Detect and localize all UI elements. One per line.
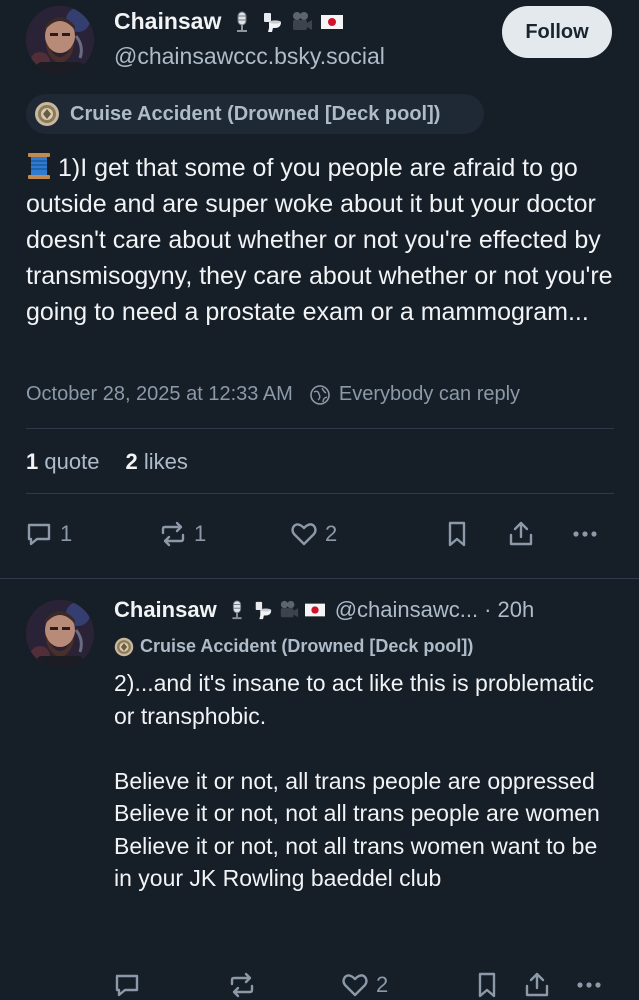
- share-icon: [525, 972, 549, 997]
- like-button[interactable]: 2: [340, 970, 388, 1000]
- divider: [26, 428, 614, 429]
- content-label-text: Cruise Accident (Drowned [Deck pool]): [140, 636, 474, 656]
- author-emoji-row: [227, 600, 325, 620]
- more-options-button[interactable]: [570, 519, 600, 549]
- reply-permission: Everybody can reply: [309, 383, 520, 406]
- repost-button[interactable]: 1: [158, 519, 206, 549]
- reply-header: Chainsaw @chainsawc... · 20h: [114, 597, 624, 623]
- thread-view: Chainsaw @chainsawccc.bsky.social Follow…: [0, 0, 639, 1000]
- repost-button[interactable]: [227, 970, 263, 1000]
- globe-icon: [310, 384, 330, 405]
- post-meta: October 28, 2025 at 12:33 AM Everybody c…: [26, 383, 520, 406]
- author-display-name[interactable]: Chainsaw: [114, 8, 221, 35]
- main-post: Chainsaw @chainsawccc.bsky.social Follow…: [0, 0, 639, 578]
- repost-icon: [161, 521, 185, 547]
- author-emoji-row: [231, 11, 343, 33]
- reply-count: 1: [60, 521, 73, 546]
- content-label-badge[interactable]: Cruise Accident (Drowned [Deck pool]): [26, 94, 484, 134]
- japan-flag-icon: [321, 11, 343, 33]
- labeler-seal-icon: [34, 101, 60, 127]
- repost-count: 1: [194, 521, 207, 546]
- post-line: Believe it or not, not all trans women w…: [114, 832, 598, 892]
- likes-stat[interactable]: 2 likes: [125, 449, 187, 475]
- microphone-icon: [227, 600, 247, 620]
- engagement-stats: 1 quote 2 likes: [26, 449, 188, 475]
- post-line: [114, 732, 614, 765]
- post-text: 1)I get that some of you people are afra…: [26, 150, 616, 330]
- ellipsis-icon: [573, 531, 597, 537]
- likes-label: likes: [143, 449, 188, 474]
- reply-icon: [27, 523, 51, 546]
- post-time: · 20h: [484, 597, 535, 622]
- toilet-icon: [261, 11, 283, 33]
- share-icon: [509, 521, 533, 546]
- post-text: 2)...and it's insane to act like this is…: [114, 667, 614, 895]
- post-timestamp: October 28, 2025 at 12:33 AM: [26, 383, 293, 405]
- movie-camera-icon: [279, 600, 299, 620]
- post-line: 2)...and it's insane to act like this is…: [114, 670, 594, 729]
- heart-icon: [291, 523, 317, 546]
- thread-spool-icon: [26, 152, 52, 180]
- avatar[interactable]: [26, 6, 94, 74]
- bookmark-button[interactable]: [442, 519, 472, 549]
- quotes-stat[interactable]: 1 quote: [26, 449, 99, 475]
- divider: [0, 578, 639, 579]
- like-button[interactable]: 2: [289, 519, 337, 549]
- content-label-badge[interactable]: Cruise Accident (Drowned [Deck pool]): [114, 636, 473, 657]
- quotes-count: 1: [26, 449, 39, 474]
- content-label-text: Cruise Accident (Drowned [Deck pool]): [70, 102, 441, 125]
- quotes-label: quote: [44, 449, 100, 474]
- toilet-icon: [253, 600, 273, 620]
- share-button[interactable]: [506, 519, 536, 549]
- reply-permission-text: Everybody can reply: [338, 383, 521, 405]
- post-line: Believe it or not, not all trans people …: [114, 800, 600, 826]
- likes-count: 2: [125, 449, 138, 474]
- microphone-icon: [231, 11, 253, 33]
- reply-button[interactable]: [112, 970, 148, 1000]
- ellipsis-icon: [577, 982, 601, 988]
- author-display-name[interactable]: Chainsaw: [114, 597, 217, 623]
- labeler-seal-icon: [114, 637, 134, 657]
- post-body: 1)I get that some of you people are afra…: [26, 154, 613, 326]
- more-options-button[interactable]: [574, 970, 604, 1000]
- avatar[interactable]: [26, 600, 94, 668]
- post-line: Believe it or not, all trans people are …: [114, 767, 595, 794]
- reply-button[interactable]: 1: [24, 519, 72, 549]
- author-handle[interactable]: @chainsawc...: [335, 597, 478, 623]
- author-handle[interactable]: @chainsawccc.bsky.social: [114, 43, 385, 70]
- author-name-row: Chainsaw: [114, 8, 343, 35]
- like-count: 2: [325, 521, 338, 546]
- follow-button[interactable]: Follow: [502, 6, 612, 58]
- bookmark-icon: [478, 972, 496, 998]
- share-button[interactable]: [522, 970, 552, 1000]
- divider: [26, 493, 614, 494]
- like-count: 2: [376, 972, 389, 997]
- bookmark-icon: [448, 521, 466, 547]
- heart-icon: [342, 974, 368, 997]
- reply-icon: [115, 974, 139, 997]
- repost-icon: [230, 972, 254, 998]
- japan-flag-icon: [305, 600, 325, 620]
- movie-camera-icon: [291, 11, 313, 33]
- bookmark-button[interactable]: [472, 970, 502, 1000]
